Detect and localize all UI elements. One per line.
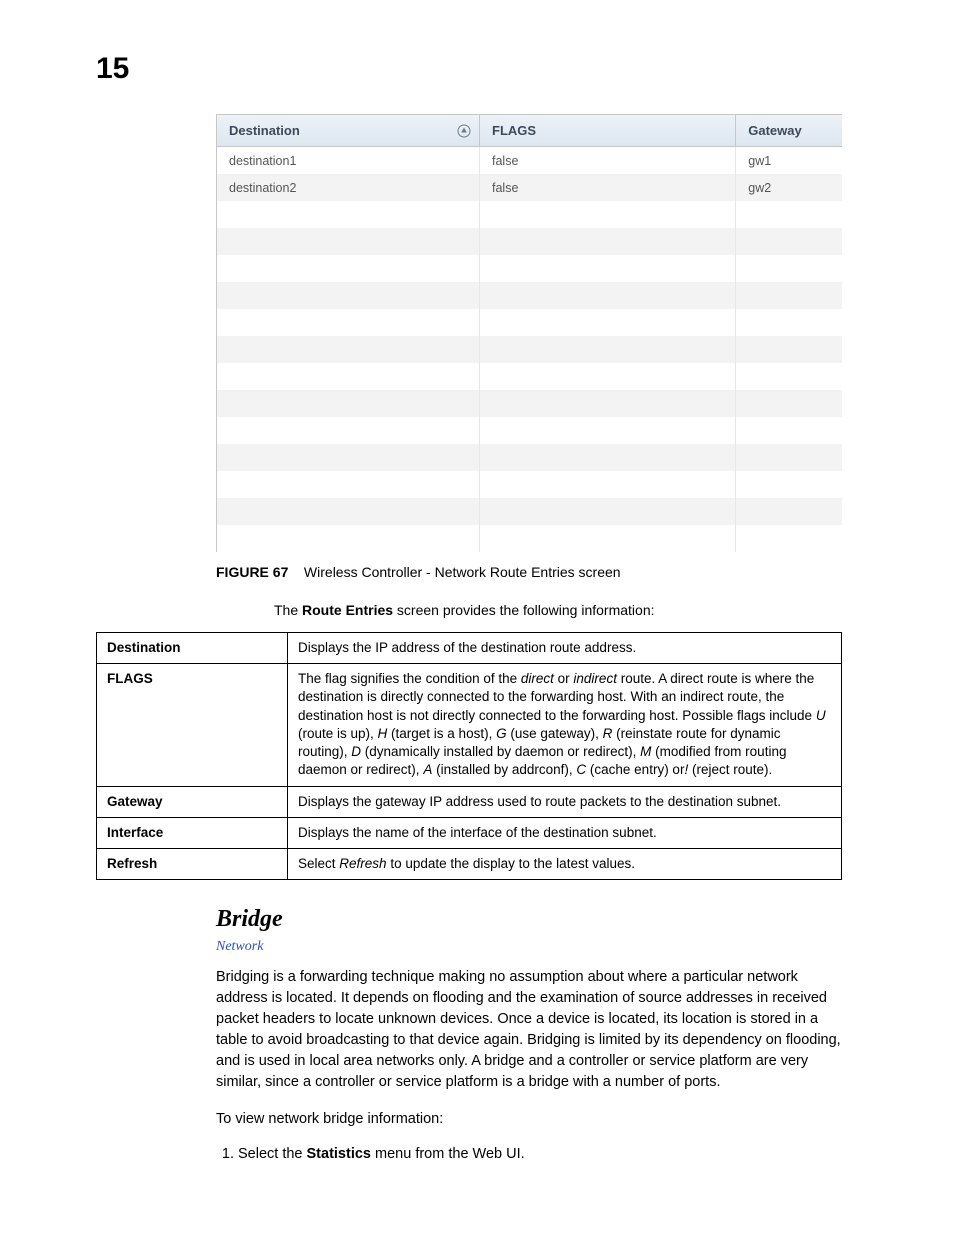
bridge-paragraph: Bridging is a forwarding technique makin… [216, 967, 842, 1093]
definition-desc: The flag signifies the condition of the … [288, 664, 842, 786]
definition-term: Gateway [97, 786, 288, 817]
table-row-empty [217, 390, 842, 417]
figure-caption: FIGURE 67 Wireless Controller - Network … [216, 564, 842, 580]
table-row-empty [217, 444, 842, 471]
definition-term: Destination [97, 633, 288, 664]
section-title: Bridge [216, 906, 842, 933]
cell-destination: destination1 [217, 147, 480, 175]
definition-row: InterfaceDisplays the name of the interf… [97, 817, 842, 848]
table-row-empty [217, 228, 842, 255]
table-row-empty [217, 417, 842, 444]
table-row-empty [217, 525, 842, 552]
page-number: 15 [96, 52, 842, 86]
table-row-empty [217, 282, 842, 309]
route-entries-screenshot: Destination FLAGS Gateway destination1fa… [216, 114, 842, 552]
cell-destination: destination2 [217, 174, 480, 201]
definitions-body: DestinationDisplays the IP address of th… [97, 633, 842, 880]
col-destination[interactable]: Destination [217, 115, 480, 147]
definition-desc: Select Refresh to update the display to … [288, 848, 842, 879]
definition-desc: Displays the gateway IP address used to … [288, 786, 842, 817]
definition-term: Refresh [97, 848, 288, 879]
col-gateway-label: Gateway [748, 123, 801, 138]
definition-term: Interface [97, 817, 288, 848]
intro-suffix: screen provides the following informatio… [393, 602, 654, 618]
step1-bold: Statistics [307, 1146, 371, 1162]
table-row-empty [217, 336, 842, 363]
definitions-table: DestinationDisplays the IP address of th… [96, 632, 842, 880]
definition-term: FLAGS [97, 664, 288, 786]
definition-row: GatewayDisplays the gateway IP address u… [97, 786, 842, 817]
definition-row: DestinationDisplays the IP address of th… [97, 633, 842, 664]
intro-prefix: The [274, 602, 302, 618]
intro-bold: Route Entries [302, 602, 393, 618]
definition-desc: Displays the IP address of the destinati… [288, 633, 842, 664]
sort-asc-icon[interactable] [457, 124, 471, 138]
col-flags[interactable]: FLAGS [480, 115, 736, 147]
figure-title: Wireless Controller - Network Route Entr… [304, 564, 621, 580]
cell-gateway: gw2 [736, 174, 842, 201]
table-row-empty [217, 255, 842, 282]
page: 15 Destination FLAGS Gateway [0, 0, 954, 1235]
step1-suffix: menu from the Web UI. [371, 1146, 525, 1162]
definition-row: FLAGSThe flag signifies the condition of… [97, 664, 842, 786]
table-row-empty [217, 498, 842, 525]
step1-prefix: Select the [238, 1146, 307, 1162]
table-row-empty [217, 471, 842, 498]
figure-label: FIGURE 67 [216, 564, 288, 580]
table-row-empty [217, 363, 842, 390]
table-row-empty [217, 201, 842, 228]
definition-desc: Displays the name of the interface of th… [288, 817, 842, 848]
bridge-steps: Select the Statistics menu from the Web … [216, 1146, 842, 1162]
col-destination-label: Destination [229, 123, 300, 138]
cell-gateway: gw1 [736, 147, 842, 175]
table-row[interactable]: destination2falsegw2 [217, 174, 842, 201]
cell-flags: false [480, 147, 736, 175]
intro-line: The Route Entries screen provides the fo… [274, 602, 842, 618]
breadcrumb-network[interactable]: Network [216, 939, 842, 955]
bridge-step-1: Select the Statistics menu from the Web … [238, 1146, 842, 1162]
bridge-lead-in: To view network bridge information: [216, 1109, 842, 1130]
col-gateway[interactable]: Gateway [736, 115, 842, 147]
definition-row: RefreshSelect Refresh to update the disp… [97, 848, 842, 879]
table-row-empty [217, 309, 842, 336]
route-entries-table: Destination FLAGS Gateway destination1fa… [217, 115, 842, 552]
table-row[interactable]: destination1falsegw1 [217, 147, 842, 175]
col-flags-label: FLAGS [492, 123, 536, 138]
cell-flags: false [480, 174, 736, 201]
route-entries-body: destination1falsegw1destination2falsegw2 [217, 147, 842, 553]
